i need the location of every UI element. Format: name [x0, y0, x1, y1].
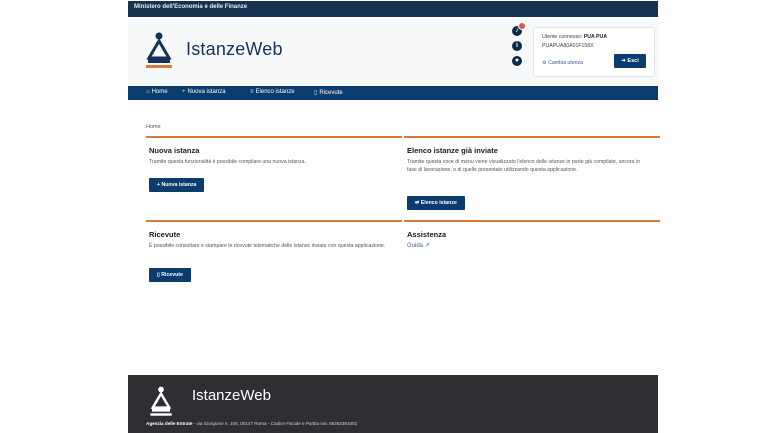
list-icon: ≡ [250, 89, 254, 95]
app-title[interactable]: IstanzeWeb [186, 39, 283, 60]
new-instance-button[interactable]: + Nuova istanza [149, 178, 205, 192]
exit-label: Esci [627, 58, 639, 64]
card-title: Elenco istanze già inviate [407, 146, 498, 155]
main-nav-inner: ⌂ Home + Nuova istanza ≡ Elenco istanze ▯ Ri… [128, 86, 658, 100]
card-title: Ricevute [149, 230, 181, 239]
guide-link[interactable]: Guida ↗ [407, 242, 430, 249]
card-receipts: Ricevute È possibile consultare e stampa… [146, 220, 402, 290]
user-name: PUA PUA [583, 34, 607, 40]
header-icons: ♪ i ● [512, 22, 526, 71]
home-icon: ⌂ [146, 89, 150, 95]
card-accent-bar [146, 220, 402, 222]
switch-user-label: Cambia utenza [548, 60, 583, 66]
footer-address: - via Giorgione n. 106, 00147 Roma - Cod… [192, 421, 358, 426]
card-instance-list: Elenco istanze già inviate Tramite quest… [404, 136, 660, 216]
bell-icon[interactable]: ♪ [512, 22, 526, 36]
nav-label-new: Nuova istanza [187, 89, 226, 95]
nav-label-home: Home [151, 89, 168, 95]
ministry-name: Ministero dell'Economia e delle Finanze [134, 4, 248, 10]
user-code: PUAPUA80A01F158X [542, 43, 594, 49]
exit-button[interactable]: ➜ Esci [614, 54, 646, 68]
footer-info: Agenzia delle Entrate - via Giorgione n.… [146, 421, 357, 426]
switch-user-link[interactable]: ⚙ Cambia utenza [542, 60, 583, 66]
card-text: È possibile consultare e stampare le ric… [149, 243, 386, 249]
card-title: Assistenza [407, 230, 447, 239]
footer: IstanzeWeb Agenzia delle Entrate - via G… [128, 375, 658, 433]
card-title: Nuova istanza [149, 146, 200, 155]
card-text: Tramite questa funzionalità è possibile … [149, 159, 306, 165]
footer-title: IstanzeWeb [192, 387, 271, 404]
nav-label-list: Elenco istanze [255, 89, 295, 95]
user-connected-label: Utente connesso: [542, 34, 583, 40]
nav-item-new[interactable]: + Nuova istanza [182, 89, 226, 95]
instance-list-button[interactable]: ⇄ Elenco istanze [407, 196, 465, 210]
card-assistance: Assistenza Guida ↗ [404, 220, 660, 260]
breadcrumb[interactable]: Home [146, 124, 161, 130]
nav-item-list[interactable]: ≡ Elenco istanze [250, 89, 295, 95]
card-accent-bar [404, 136, 660, 138]
footer-agency: Agenzia delle Entrate [146, 421, 193, 426]
app-header: IstanzeWeb ♪ i ● Utente connesso: PUA PU… [128, 18, 658, 86]
info-icon[interactable]: i [512, 41, 522, 51]
agency-logo-icon [150, 386, 172, 416]
main-nav: ⌂ Home + Nuova istanza ≡ Elenco istanze ▯ Ri… [0, 86, 773, 100]
card-accent-bar [404, 220, 660, 222]
card-text: Tramite questa voce di menu viene visual… [407, 159, 640, 173]
plus-icon: + [182, 89, 186, 95]
notification-badge [518, 22, 526, 30]
nav-label-receipts: Ricevute [319, 90, 343, 96]
receipts-button[interactable]: ▯ Ricevute [149, 268, 191, 282]
nav-item-home[interactable]: ⌂ Home [146, 89, 168, 95]
card-new-instance: Nuova istanza Tramite questa funzionalit… [146, 136, 402, 206]
agency-logo-icon[interactable] [144, 28, 174, 72]
user-card: Utente connesso: PUA PUA PUAPUA80A01F158… [533, 27, 655, 77]
user-connected-line: Utente connesso: PUA PUA [542, 34, 607, 40]
card-accent-bar [146, 136, 402, 138]
document-icon: ▯ [314, 90, 318, 96]
user-icon[interactable]: ● [512, 56, 522, 66]
ministry-bar: Ministero dell'Economia e delle Finanze [0, 0, 773, 18]
nav-item-receipts[interactable]: ▯ Ricevute [314, 89, 343, 96]
ministry-bar-inner: Ministero dell'Economia e delle Finanze [128, 1, 658, 17]
